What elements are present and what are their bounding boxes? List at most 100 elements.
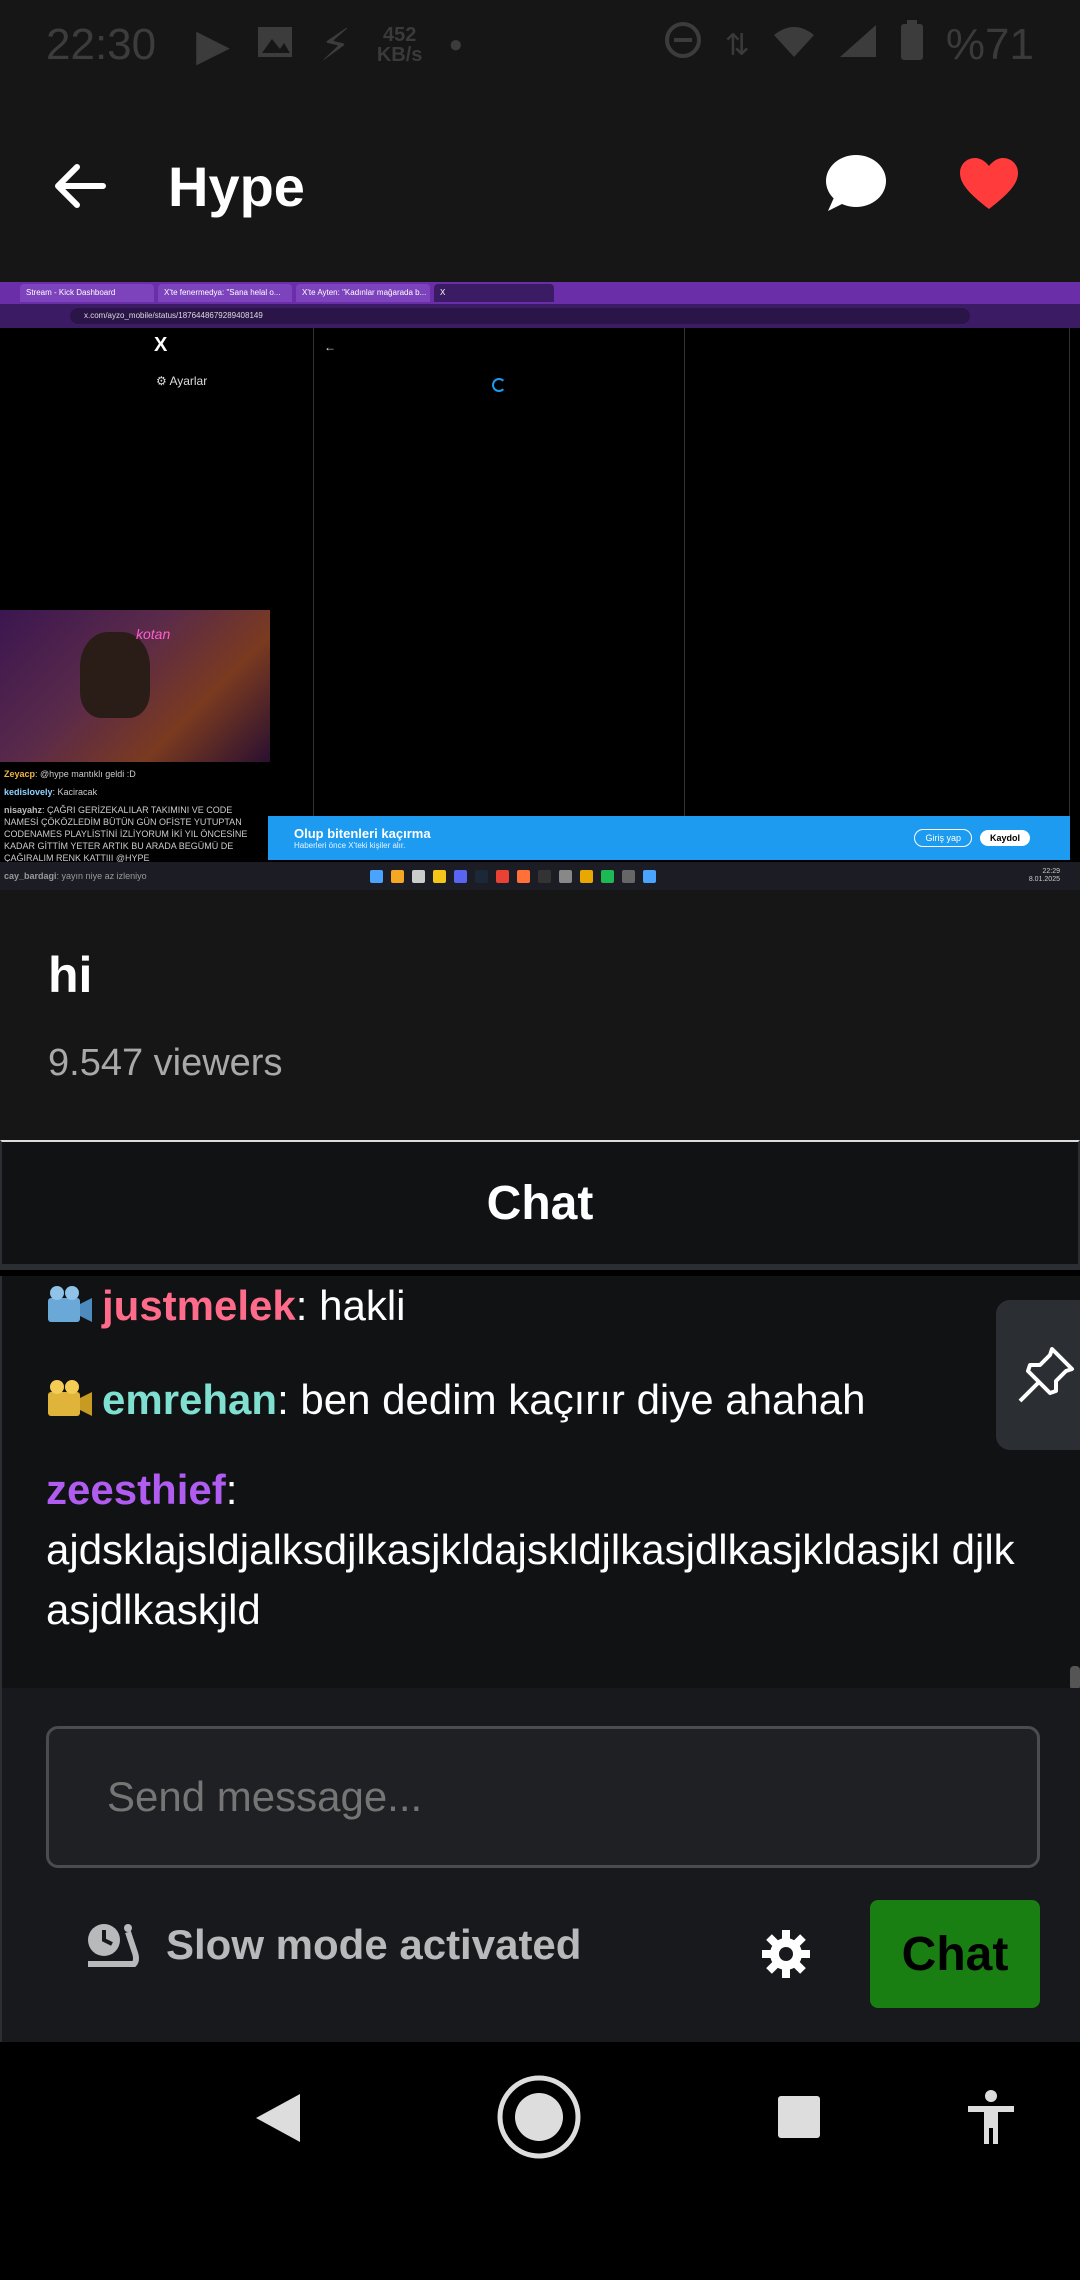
video-camera-badge-icon (48, 1286, 92, 1322)
chat-username[interactable]: zeesthief (46, 1466, 226, 1513)
nav-accessibility-button[interactable] (966, 2090, 1016, 2151)
neon-sign: kotan (136, 626, 171, 642)
x-signup-banner: Olup bitenleri kaçırma Haberleri önce X'… (268, 816, 1070, 860)
overlay-chat-text: @hype mantıklı geldi :D (40, 769, 136, 779)
data-arrows-icon: ⇅ (724, 28, 750, 62)
banner-subtitle: Haberleri önce X'teki kişiler alır. (294, 841, 406, 850)
taskbar-time: 22:29 (1042, 868, 1060, 875)
chat-separator: : (225, 1466, 238, 1513)
do-not-disturb-icon (663, 20, 703, 71)
overlay-chat-user: cay_bardagi (4, 871, 57, 881)
pin-icon (1018, 1347, 1074, 1403)
square-recents-icon (778, 2096, 820, 2138)
stream-overlay-chat: Zeyacp: @hype mantıklı geldi :D kedislov… (4, 768, 266, 864)
chat-text: ajdsklajsldjalksdjlkasjkldajskldjlkasjdl… (46, 1526, 1015, 1633)
banner-signup-button: Kaydol (979, 830, 1030, 846)
browser-url: x.com/ayzo_mobile/status/187644867928940… (70, 308, 970, 324)
chat-message: zeesthief: ajdsklajsldjalksdjlkasjkldajs… (46, 1460, 1036, 1640)
chat-text: hakli (307, 1282, 406, 1329)
stream-title: hi (48, 947, 93, 1003)
app-bar: Hype (0, 90, 1080, 282)
chat-header: Chat (0, 1140, 1080, 1270)
overlay-chat-line: kedislovely: Kaciracak (4, 787, 98, 797)
overlay-chat-user: nisayahz (4, 805, 43, 815)
favorite-button[interactable] (958, 157, 1020, 216)
dot-icon: ● (448, 31, 463, 58)
battery-icon (900, 19, 924, 71)
nav-back-button[interactable] (254, 2092, 302, 2149)
arrow-left-icon (55, 164, 106, 208)
wifi-icon (772, 20, 816, 70)
x-settings-link: ⚙ Ayarlar (156, 374, 208, 388)
overlay-chat-text: yayın niye az izleniyo (61, 871, 147, 881)
nav-home-button[interactable] (496, 2074, 582, 2165)
page-title: Hype (168, 154, 305, 218)
x-right-panel (685, 328, 1070, 858)
x-settings-label: Ayarlar (169, 374, 208, 388)
taskbar-clock: 22:29 8.01.2025 (1029, 868, 1060, 884)
message-input[interactable] (46, 1726, 1040, 1868)
stream-video-player[interactable]: Stream - Kick Dashboard X'te fenermedya:… (0, 282, 1080, 890)
banner-login-button: Giriş yap (914, 829, 972, 847)
image-icon (256, 20, 294, 70)
x-center-panel (314, 328, 685, 858)
streamer-webcam: kotan (0, 610, 270, 762)
chat-scrollbar[interactable] (1070, 1666, 1080, 1688)
network-speed-unit: KB/s (376, 44, 423, 66)
chat-settings-button[interactable] (760, 1928, 812, 1980)
x-back-arrow-icon: ← (324, 340, 336, 354)
browser-tab: X (434, 284, 554, 302)
overlay-chat-line: nisayahz: ÇAĞRI GERİZEKALILAR TAKIMINI V… (4, 805, 248, 863)
nav-recents-button[interactable] (776, 2094, 822, 2145)
taskbar-app-icons (370, 870, 656, 883)
network-speed: 452 KB/s (377, 25, 423, 65)
send-chat-button[interactable]: Chat (870, 1900, 1040, 2008)
viewer-count: 9.547 viewers (48, 1042, 283, 1084)
play-icon: ▶ (196, 20, 230, 70)
chat-username[interactable]: emrehan (102, 1376, 277, 1423)
chat-bubble-icon (826, 154, 886, 211)
chat-bubble-button[interactable] (822, 153, 888, 220)
loading-spinner-icon (492, 378, 506, 392)
status-bar: 22:30 ▶ ⚡ 452 KB/s ● ⇅ %71 (0, 0, 1080, 90)
overlay-chat-text: Kaciracak (57, 787, 98, 797)
browser-tab: X'te Ayten: "Kadınlar mağarada b... (296, 284, 430, 302)
heart-icon (960, 157, 1018, 209)
back-button[interactable] (40, 146, 120, 226)
battery-percent: %71 (945, 20, 1034, 69)
slow-mode-indicator: Slow mode activated (84, 1920, 581, 1970)
cell-signal-icon (838, 20, 878, 70)
network-speed-value: 452 (382, 24, 417, 46)
chat-message-list[interactable]: justmelek: hakli emrehan: ben dedim kaçı… (0, 1276, 1080, 1688)
chat-separator: : (277, 1376, 289, 1423)
film-camera-badge-icon (48, 1380, 92, 1416)
snail-clock-icon (88, 1924, 139, 1967)
browser-url-bar: x.com/ayzo_mobile/status/187644867928940… (0, 304, 1080, 328)
accessibility-icon (968, 2090, 1014, 2144)
chat-input-area: Slow mode activated Chat (0, 1688, 1080, 2042)
overlay-chat-line: Zeyacp: @hype mantıklı geldi :D (4, 769, 136, 779)
windows-taskbar: cay_bardagi: yayın niye az izleniyo 22:2… (0, 862, 1080, 890)
pin-button[interactable] (996, 1300, 1080, 1450)
taskbar-date: 8.01.2025 (1028, 876, 1060, 883)
browser-tab-strip: Stream - Kick Dashboard X'te fenermedya:… (0, 282, 1080, 304)
overlay-chat-user: kedislovely (4, 787, 53, 797)
overlay-chat-line: cay_bardagi: yayın niye az izleniyo (4, 871, 147, 881)
chat-separator: : (295, 1282, 308, 1329)
flash-icon: ⚡ (319, 20, 351, 70)
streamer-figure (80, 632, 150, 718)
chat-username[interactable]: justmelek (102, 1282, 296, 1329)
browser-tab: Stream - Kick Dashboard (20, 284, 154, 302)
x-logo: X (154, 334, 168, 356)
overlay-chat-user: Zeyacp (4, 769, 36, 779)
chat-message: justmelek: hakli (46, 1276, 1036, 1336)
browser-tab: X'te fenermedya: "Sana helal o... (158, 284, 292, 302)
home-circle-icon (497, 2075, 581, 2159)
triangle-back-icon (256, 2094, 300, 2142)
stream-info: hi 9.547 viewers (0, 890, 1080, 1140)
banner-title: Olup bitenleri kaçırma (294, 826, 431, 841)
chat-text: ben dedim kaçırır diye ahahah (288, 1376, 866, 1423)
status-time: 22:30 (46, 20, 157, 69)
slow-mode-label: Slow mode activated (166, 1921, 582, 1968)
chat-message: emrehan: ben dedim kaçırır diye ahahah (46, 1370, 1036, 1430)
